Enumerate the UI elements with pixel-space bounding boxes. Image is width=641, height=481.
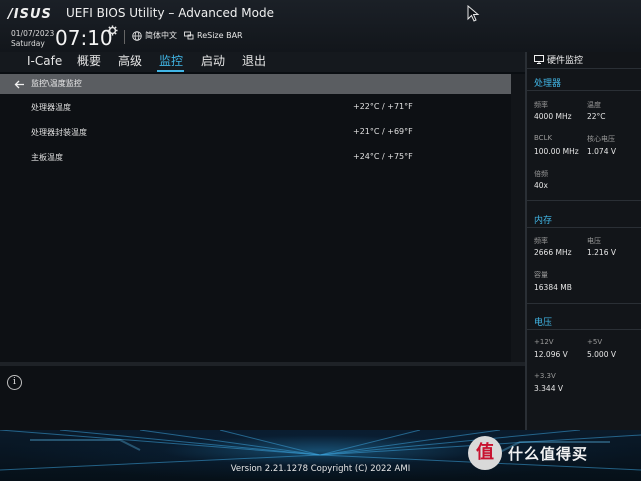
v33-value: 3.344 V <box>534 384 563 393</box>
menu-item-main[interactable]: 概要 <box>77 52 101 70</box>
v33-label: +3.3V <box>534 372 556 380</box>
bclk-label: BCLK <box>534 134 553 142</box>
memory-section-top-divider <box>527 200 641 201</box>
mem-voltage-value: 1.216 V <box>587 248 616 257</box>
cpu-package-temp-label: 处理器封装温度 <box>31 128 87 137</box>
mem-capacity-label: 容量 <box>534 271 548 279</box>
mem-capacity-value: 16384 MB <box>534 283 572 292</box>
globe-icon <box>132 30 142 41</box>
day-text: Saturday <box>11 39 45 48</box>
mem-voltage-label: 电压 <box>587 237 601 245</box>
hardware-monitor-title: 硬件监控 <box>547 56 584 66</box>
memory-section-title: 内存 <box>534 216 553 226</box>
back-arrow-icon[interactable] <box>14 80 25 89</box>
watermark-badge: 值 <box>468 436 502 470</box>
cpu-section-divider <box>527 90 641 91</box>
help-panel <box>0 366 525 430</box>
menu-item-monitor[interactable]: 监控 <box>159 52 183 70</box>
info-icon: i <box>7 375 22 390</box>
voltage-section-divider <box>527 329 641 330</box>
app-title: UEFI BIOS Utility – Advanced Mode <box>66 6 274 20</box>
v5-label: +5V <box>587 338 603 346</box>
v12-value: 12.096 V <box>534 350 568 359</box>
mem-freq-label: 频率 <box>534 237 548 245</box>
watermark-text: 什么值得买 <box>508 444 589 463</box>
bclk-value: 100.00 MHz <box>534 147 579 156</box>
hardware-monitor-header: 硬件监控 <box>534 53 583 66</box>
menu-item-exit[interactable]: 退出 <box>242 52 266 70</box>
monitor-icon <box>534 55 544 64</box>
motherboard-temp-value: +24°C / +75°F <box>353 152 413 161</box>
core-voltage-label: 核心电压 <box>587 135 615 143</box>
time-display: 07:10 <box>55 26 113 50</box>
cpu-package-temp-value: +21°C / +69°F <box>353 127 413 136</box>
memory-section-divider <box>527 227 641 228</box>
menu-item-boot[interactable]: 启动 <box>201 52 225 70</box>
v5-value: 5.000 V <box>587 350 616 359</box>
gear-icon[interactable] <box>107 25 118 36</box>
resize-bar-icon <box>184 31 194 40</box>
menu-item-icafe[interactable]: I-Cafe <box>27 52 62 70</box>
cpu-temp-value: +22°C / +71°F <box>353 102 413 111</box>
ratio-label: 倍频 <box>534 170 548 178</box>
voltage-section-top-divider <box>527 303 641 304</box>
watermark: 值 什么值得买 <box>468 436 588 470</box>
date-text: 01/07/2023 <box>11 29 55 38</box>
mem-freq-value: 2666 MHz <box>534 248 572 257</box>
language-label: 简体中文 <box>145 31 177 40</box>
hardware-monitor-divider <box>527 68 641 69</box>
active-menu-indicator <box>157 70 184 72</box>
resize-bar-button[interactable]: ReSize BAR <box>184 30 243 40</box>
cpu-freq-label: 频率 <box>534 101 548 109</box>
ratio-value: 40x <box>534 181 548 190</box>
breadcrumb: 监控\温度监控 <box>31 79 82 88</box>
cpu-freq-value: 4000 MHz <box>534 112 572 121</box>
voltage-section-title: 电压 <box>534 318 553 328</box>
cpu-temp-label: 处理器温度 <box>31 103 71 112</box>
resize-bar-label: ReSize BAR <box>197 30 243 40</box>
mouse-cursor-icon <box>467 5 480 22</box>
cpu-temp-monitor-value: 22°C <box>587 112 606 121</box>
core-voltage-value: 1.074 V <box>587 147 616 156</box>
asus-logo: /ISUS <box>8 7 52 22</box>
motherboard-temp-label: 主板温度 <box>31 153 63 162</box>
v12-label: +12V <box>534 338 554 346</box>
date-display: 01/07/2023 Saturday <box>11 29 54 49</box>
language-button[interactable]: 简体中文 <box>132 30 177 41</box>
header-divider <box>124 30 125 44</box>
cpu-section-title: 处理器 <box>534 79 562 89</box>
menu-item-advanced[interactable]: 高级 <box>118 52 142 70</box>
scrollbar-track[interactable] <box>511 74 525 362</box>
cpu-temp-monitor-label: 温度 <box>587 101 601 109</box>
